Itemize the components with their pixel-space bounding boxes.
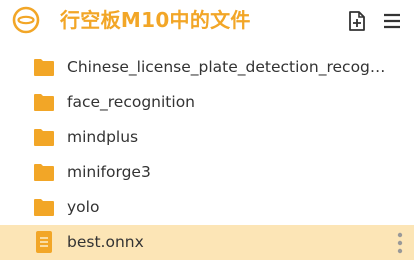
- folder-icon: [34, 59, 54, 76]
- list-item-folder[interactable]: mindplus: [0, 120, 414, 155]
- disc-logo-icon: [12, 6, 40, 34]
- list-item-folder[interactable]: miniforge3: [0, 155, 414, 190]
- list-item-file-selected[interactable]: best.onnx: [0, 225, 414, 260]
- file-name: face_recognition: [67, 93, 195, 111]
- folder-icon: [34, 94, 54, 111]
- new-file-button[interactable]: [346, 10, 368, 32]
- file-name: mindplus: [67, 128, 139, 146]
- folder-icon: [34, 199, 54, 216]
- file-list: Chinese_license_plate_detection_recognit…: [0, 50, 414, 260]
- folder-icon: [34, 129, 54, 146]
- document-icon: [36, 231, 52, 253]
- file-name: miniforge3: [67, 163, 151, 181]
- file-name: Chinese_license_plate_detection_recognit…: [67, 58, 387, 76]
- file-name: yolo: [67, 198, 100, 216]
- list-item-folder[interactable]: Chinese_license_plate_detection_recognit…: [0, 50, 414, 85]
- page-title: 行空板M10中的文件: [60, 8, 251, 32]
- file-name: best.onnx: [67, 233, 144, 251]
- header: 行空板M10中的文件: [0, 0, 414, 40]
- hamburger-menu-icon[interactable]: [381, 10, 403, 32]
- list-item-folder[interactable]: face_recognition: [0, 85, 414, 120]
- more-options-icon[interactable]: [394, 230, 406, 256]
- list-item-folder[interactable]: yolo: [0, 190, 414, 225]
- folder-icon: [34, 164, 54, 181]
